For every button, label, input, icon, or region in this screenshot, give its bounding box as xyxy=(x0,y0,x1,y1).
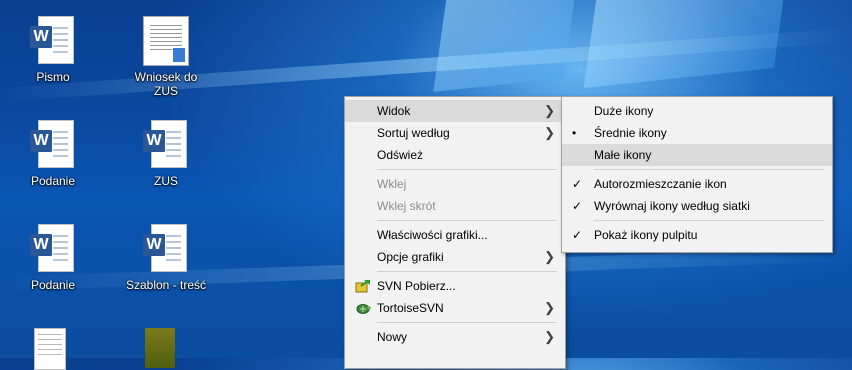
menu-item-tortoisesvn[interactable]: TortoiseSVN ❯ xyxy=(345,297,565,319)
word-icon: W xyxy=(30,234,52,256)
menu-separator xyxy=(377,271,557,272)
menu-separator xyxy=(377,169,557,170)
menu-separator xyxy=(377,220,557,221)
submenu-arrow-icon: ❯ xyxy=(544,329,555,344)
menu-item-label: Duże ikony xyxy=(594,104,654,118)
icon-label: Wniosek do ZUS xyxy=(134,70,198,98)
menu-item-label: Wklej xyxy=(377,177,407,191)
menu-item-label: Pokaż ikony pulpitu xyxy=(594,228,698,242)
checkmark-icon: ✓ xyxy=(572,228,583,242)
submenu-arrow-icon: ❯ xyxy=(544,103,555,118)
menu-item-svn-pobierz[interactable]: SVN Pobierz... xyxy=(345,275,565,297)
menu-item-sortuj-wedlug[interactable]: Sortuj według ❯ xyxy=(345,122,565,144)
menu-item-label: Opcje grafiki xyxy=(377,250,444,264)
desktop-icon-pismo[interactable]: W Pismo xyxy=(8,16,98,84)
document-preview-icon xyxy=(143,16,189,66)
icon-label: Szablon - treść xyxy=(125,278,207,292)
menu-item-label: SVN Pobierz... xyxy=(377,279,456,293)
checkmark-icon: ✓ xyxy=(572,177,583,191)
menu-separator xyxy=(377,322,557,323)
submenu-item-duze-ikony[interactable]: Duże ikony xyxy=(562,100,832,122)
menu-item-label: Średnie ikony xyxy=(594,126,667,140)
menu-item-wklej-skrot[interactable]: Wklej skrót xyxy=(345,195,565,217)
icon-label: Podanie xyxy=(30,174,76,188)
icon-label: ZUS xyxy=(154,174,178,188)
word-icon: W xyxy=(30,130,52,152)
icon-label: Pismo xyxy=(36,70,70,84)
desktop-icon-zus[interactable]: W ZUS xyxy=(121,120,211,188)
submenu-arrow-icon: ❯ xyxy=(544,249,555,264)
desktop-icon-wniosek-do-zus[interactable]: Wniosek do ZUS xyxy=(121,16,211,98)
word-icon: W xyxy=(143,130,165,152)
word-icon: W xyxy=(30,26,52,48)
menu-item-widok[interactable]: Widok ❯ xyxy=(345,100,565,122)
menu-item-label: Nowy xyxy=(377,330,408,344)
menu-item-label: Sortuj według xyxy=(377,126,450,140)
submenu-item-pokaz-ikony-pulpitu[interactable]: ✓ Pokaż ikony pulpitu xyxy=(562,224,832,246)
menu-item-label: TortoiseSVN xyxy=(377,301,444,315)
submenu-item-srednie-ikony[interactable]: • Średnie ikony xyxy=(562,122,832,144)
checkmark-icon: ✓ xyxy=(572,199,583,213)
submenu-arrow-icon: ❯ xyxy=(544,125,555,140)
menu-item-odswiez[interactable]: Odśwież xyxy=(345,144,565,166)
menu-item-label: Małe ikony xyxy=(594,148,652,162)
desktop-icon-podanie[interactable]: W Podanie xyxy=(8,120,98,188)
menu-item-label: Właściwości grafiki... xyxy=(377,228,488,242)
menu-separator xyxy=(594,220,824,221)
icon-label: Podanie xyxy=(30,278,76,292)
form-document-icon xyxy=(34,328,66,370)
menu-item-label: Odśwież xyxy=(377,148,424,162)
menu-item-nowy[interactable]: Nowy ❯ xyxy=(345,326,565,348)
menu-item-label: Autorozmieszczanie ikon xyxy=(594,177,727,191)
menu-item-wklej[interactable]: Wklej xyxy=(345,173,565,195)
menu-item-opcje-grafiki[interactable]: Opcje grafiki ❯ xyxy=(345,246,565,268)
submenu-item-wyrownaj-ikony[interactable]: ✓ Wyrównaj ikony według siatki xyxy=(562,195,832,217)
menu-separator xyxy=(594,169,824,170)
desktop-icon-podanie-2[interactable]: W Podanie xyxy=(8,224,98,292)
menu-item-label: Wyrównaj ikony według siatki xyxy=(594,199,750,213)
image-thumbnail-icon xyxy=(145,328,175,368)
svn-checkout-icon xyxy=(355,280,370,293)
bullet-icon: • xyxy=(572,126,577,140)
submenu-arrow-icon: ❯ xyxy=(544,300,555,315)
desktop-icon-szablon-tresc[interactable]: W Szablon - treść xyxy=(121,224,211,292)
submenu-item-male-ikony[interactable]: Małe ikony xyxy=(562,144,832,166)
menu-item-label: Widok xyxy=(377,104,411,118)
menu-item-wlasciwosci-grafiki[interactable]: Właściwości grafiki... xyxy=(345,224,565,246)
tortoisesvn-icon xyxy=(356,304,371,314)
desktop-context-menu: Widok ❯ Sortuj według ❯ Odśwież Wklej Wk… xyxy=(344,96,566,369)
submenu-item-autorozmieszczanie-ikon[interactable]: ✓ Autorozmieszczanie ikon xyxy=(562,173,832,195)
word-icon: W xyxy=(143,234,165,256)
view-submenu: Duże ikony • Średnie ikony Małe ikony ✓ … xyxy=(561,96,833,253)
menu-item-label: Wklej skrót xyxy=(377,199,436,213)
